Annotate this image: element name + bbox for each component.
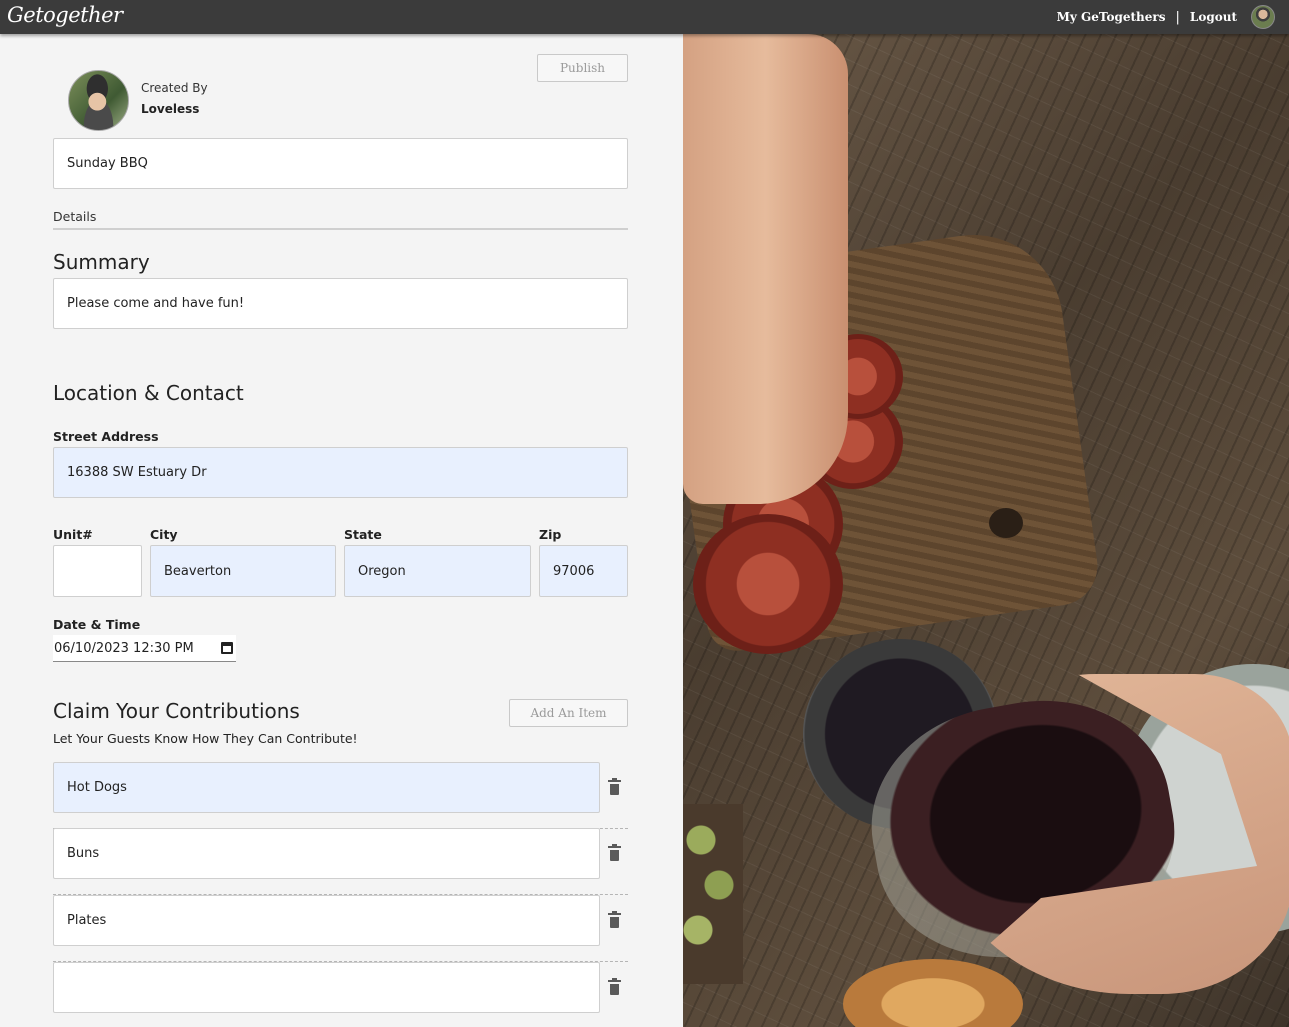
calendar-icon[interactable] — [221, 642, 233, 654]
city-label: City — [150, 527, 178, 542]
trash-icon[interactable] — [608, 978, 621, 995]
hero-photo — [683, 34, 1289, 1027]
trash-icon[interactable] — [608, 778, 621, 795]
summary-input[interactable] — [53, 278, 628, 329]
hand-reaching — [683, 34, 848, 504]
add-item-button[interactable]: Add An Item — [509, 699, 628, 727]
user-avatar[interactable] — [1251, 5, 1275, 29]
state-input[interactable] — [344, 545, 531, 597]
event-form-panel: Publish Created By Loveless Details Summ… — [0, 34, 683, 1027]
zip-label: Zip — [539, 527, 562, 542]
publish-button[interactable]: Publish — [537, 54, 628, 82]
grapes — [683, 804, 743, 984]
city-input[interactable] — [150, 545, 336, 597]
contribution-input[interactable] — [53, 895, 600, 946]
contributions-subtitle: Let Your Guests Know How They Can Contri… — [53, 731, 358, 746]
street-address-label: Street Address — [53, 429, 159, 444]
created-by-label: Created By — [141, 81, 208, 95]
datetime-input[interactable]: 06/10/2023 12:30 PM — [53, 635, 236, 662]
nav-separator: | — [1175, 9, 1180, 25]
logout-link[interactable]: Logout — [1190, 10, 1237, 24]
trash-icon[interactable] — [608, 844, 621, 861]
contributions-heading: Claim Your Contributions — [53, 699, 300, 723]
contribution-input[interactable] — [53, 962, 600, 1013]
contribution-input[interactable] — [53, 762, 600, 813]
creator-avatar — [68, 70, 129, 131]
contribution-row — [53, 962, 628, 1027]
contribution-input[interactable] — [53, 828, 600, 879]
details-divider — [53, 228, 628, 230]
board-hole — [989, 508, 1023, 538]
datetime-label: Date & Time — [53, 617, 141, 632]
trash-icon[interactable] — [608, 911, 621, 928]
creator-name: Loveless — [141, 102, 200, 116]
nav-links: My GeTogethers | Logout — [1057, 0, 1289, 34]
top-nav-bar: Getogether My GeTogethers | Logout — [0, 0, 1289, 34]
app-logo[interactable]: Getogether — [7, 3, 123, 27]
contribution-row — [53, 828, 628, 895]
contribution-row — [53, 895, 628, 962]
summary-heading: Summary — [53, 250, 150, 274]
zip-input[interactable] — [539, 545, 628, 597]
contribution-row — [53, 762, 628, 829]
event-title-input[interactable] — [53, 138, 628, 189]
my-gettogethers-link[interactable]: My GeTogethers — [1057, 10, 1166, 24]
unit-label: Unit# — [53, 527, 93, 542]
datetime-value: 06/10/2023 12:30 PM — [54, 640, 194, 656]
location-heading: Location & Contact — [53, 381, 244, 405]
unit-input[interactable] — [53, 545, 142, 597]
details-tab[interactable]: Details — [53, 209, 96, 224]
state-label: State — [344, 527, 382, 542]
bread — [843, 959, 1023, 1027]
salami-slice — [693, 514, 843, 654]
street-address-input[interactable] — [53, 447, 628, 498]
